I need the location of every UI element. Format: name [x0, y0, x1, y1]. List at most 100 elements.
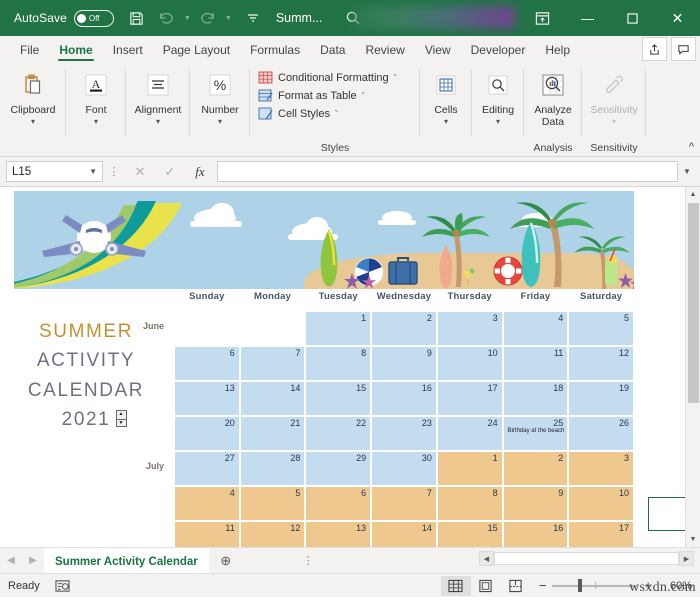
- spinner-up-icon[interactable]: ▲: [117, 411, 127, 421]
- calendar-cell[interactable]: 29: [305, 451, 372, 486]
- chevron-down-icon[interactable]: ▾: [444, 117, 448, 126]
- calendar-cell[interactable]: 9: [371, 346, 437, 381]
- minimize-button[interactable]: —: [565, 0, 610, 36]
- expand-formula-bar-icon[interactable]: ▼: [680, 167, 694, 176]
- worksheet-canvas[interactable]: Sunday Monday Tuesday Wednesday Thursday…: [0, 187, 685, 547]
- calendar-cell[interactable]: 27: [174, 451, 240, 486]
- calendar-cell[interactable]: 22: [305, 416, 372, 451]
- chevron-down-icon[interactable]: ˇ: [394, 73, 397, 83]
- undo-chevron-icon[interactable]: ▼: [182, 4, 193, 32]
- save-icon[interactable]: [122, 4, 152, 32]
- selected-cell-l15[interactable]: [648, 497, 685, 531]
- calendar-cell[interactable]: 8: [305, 346, 372, 381]
- zoom-slider[interactable]: [552, 579, 639, 593]
- calendar-cell[interactable]: 14: [239, 381, 306, 416]
- calendar-cell[interactable]: 23: [371, 416, 437, 451]
- tab-review[interactable]: Review: [355, 36, 414, 63]
- calendar-cell[interactable]: 10: [436, 346, 503, 381]
- tab-help[interactable]: Help: [535, 36, 580, 63]
- year-spin-button[interactable]: ▲ ▼: [116, 410, 128, 428]
- calendar-cell[interactable]: 24: [436, 416, 503, 451]
- chevron-down-icon[interactable]: ▾: [496, 117, 500, 126]
- calendar-cell-event[interactable]: 25 Birthday at the beach: [502, 416, 569, 451]
- clipboard-button[interactable]: Clipboard ▾: [3, 63, 63, 126]
- scroll-down-icon[interactable]: ▼: [685, 532, 700, 547]
- calendar-cell[interactable]: 15: [436, 521, 503, 547]
- tab-formulas[interactable]: Formulas: [240, 36, 310, 63]
- enter-icon[interactable]: ✓: [155, 159, 185, 185]
- accessibility-checker-icon[interactable]: [54, 578, 72, 594]
- calendar-cell[interactable]: 13: [305, 521, 372, 547]
- tab-developer[interactable]: Developer: [461, 36, 536, 63]
- calendar-cell[interactable]: 28: [239, 451, 306, 486]
- calendar-cell[interactable]: 2: [371, 311, 437, 346]
- calendar-cell[interactable]: 9: [502, 486, 569, 521]
- vertical-scroll-thumb[interactable]: [687, 203, 699, 403]
- cells-button[interactable]: Cells ▾: [416, 63, 476, 126]
- zoom-slider-thumb[interactable]: [578, 579, 583, 592]
- normal-view-button[interactable]: [440, 575, 471, 596]
- calendar-cell[interactable]: 5: [239, 486, 306, 521]
- redo-icon[interactable]: [193, 4, 223, 32]
- formula-input[interactable]: [217, 161, 678, 182]
- tab-data[interactable]: Data: [310, 36, 355, 63]
- vertical-dots-icon[interactable]: ⋮: [303, 554, 314, 567]
- calendar-cell[interactable]: 17: [568, 521, 635, 547]
- calendar-cell[interactable]: 17: [436, 381, 503, 416]
- chevron-down-icon[interactable]: ˇ: [335, 109, 338, 119]
- chevron-down-icon[interactable]: ▼: [89, 167, 97, 176]
- undo-icon[interactable]: [152, 4, 182, 32]
- calendar-cell[interactable]: 7: [239, 346, 306, 381]
- insert-function-icon[interactable]: fx: [185, 159, 215, 185]
- calendar-cell[interactable]: 30: [371, 451, 437, 486]
- calendar-cell[interactable]: 3: [436, 311, 503, 346]
- plus-circle-icon[interactable]: ⊕: [209, 553, 243, 569]
- scroll-left-icon[interactable]: ◀: [479, 551, 494, 566]
- comments-icon[interactable]: [671, 37, 696, 61]
- editing-button[interactable]: Editing ▾: [468, 63, 528, 126]
- calendar-cell[interactable]: 3: [568, 451, 635, 486]
- calendar-cell[interactable]: 12: [568, 346, 635, 381]
- redo-chevron-icon[interactable]: ▼: [223, 4, 234, 32]
- share-icon[interactable]: [642, 37, 667, 61]
- calendar-cell[interactable]: 16: [371, 381, 437, 416]
- calendar-cell[interactable]: 1: [436, 451, 503, 486]
- ribbon-display-options-icon[interactable]: [520, 0, 565, 36]
- calendar-cell[interactable]: 14: [371, 521, 437, 547]
- chevron-down-icon[interactable]: ▾: [612, 117, 616, 126]
- calendar-cell[interactable]: 4: [502, 311, 569, 346]
- conditional-formatting-button[interactable]: Conditional Formatting ˇ: [258, 70, 397, 85]
- calendar-cell[interactable]: 18: [502, 381, 569, 416]
- calendar-cell[interactable]: 11: [502, 346, 569, 381]
- tab-insert[interactable]: Insert: [103, 36, 153, 63]
- cell-styles-button[interactable]: Cell Styles ˇ: [258, 106, 397, 121]
- font-button[interactable]: A Font ▾: [66, 63, 126, 126]
- calendar-cell[interactable]: 15: [305, 381, 372, 416]
- alignment-button[interactable]: Alignment ▾: [128, 63, 188, 126]
- page-layout-view-button[interactable]: [471, 576, 501, 596]
- sheet-tab-summer-activity-calendar[interactable]: Summer Activity Calendar: [44, 547, 209, 574]
- calendar-cell[interactable]: 4: [174, 486, 240, 521]
- chevron-down-icon[interactable]: ▾: [94, 117, 98, 126]
- tab-view[interactable]: View: [415, 36, 461, 63]
- vertical-scrollbar[interactable]: ▲ ▼: [685, 187, 700, 547]
- chevron-left-icon[interactable]: ◀: [0, 555, 22, 566]
- chevron-down-icon[interactable]: ▾: [218, 117, 222, 126]
- tab-home[interactable]: Home: [49, 36, 102, 63]
- horizontal-scrollbar[interactable]: ◀ ▶: [479, 551, 694, 566]
- calendar-cell[interactable]: 19: [568, 381, 635, 416]
- calendar-cell[interactable]: [174, 311, 240, 346]
- chevron-up-icon[interactable]: ^: [689, 141, 694, 153]
- cancel-icon[interactable]: ✕: [125, 159, 155, 185]
- scroll-right-icon[interactable]: ▶: [679, 551, 694, 566]
- number-button[interactable]: % Number ▾: [190, 63, 250, 126]
- horizontal-scroll-thumb[interactable]: [494, 552, 679, 565]
- calendar-cell[interactable]: 7: [371, 486, 437, 521]
- autosave-toggle[interactable]: Off: [73, 9, 114, 27]
- horizontal-scroll-area[interactable]: ◀ ▶: [479, 551, 694, 566]
- calendar-cell[interactable]: 8: [436, 486, 503, 521]
- calendar-cell[interactable]: 13: [174, 381, 240, 416]
- chevron-down-icon[interactable]: ˇ: [362, 91, 365, 101]
- calendar-cell[interactable]: 10: [568, 486, 635, 521]
- calendar-cell[interactable]: 5: [568, 311, 635, 346]
